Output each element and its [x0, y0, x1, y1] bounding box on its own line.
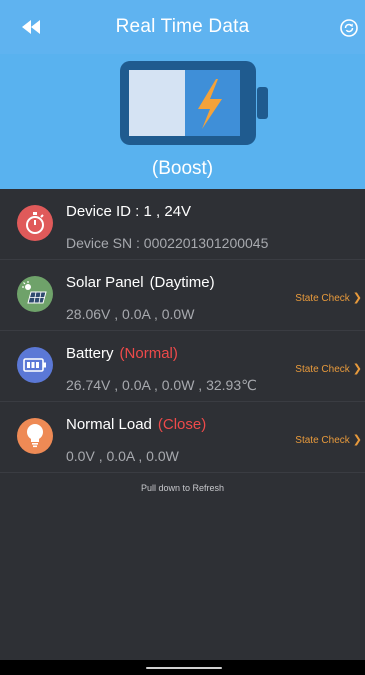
load-state-check-button[interactable]: State Check ❯ [295, 433, 362, 446]
solar-panel-values: 28.06V , 0.0A , 0.0W [66, 306, 195, 322]
state-check-label: State Check [295, 435, 350, 446]
system-nav-bar [0, 660, 365, 675]
charge-mode-label: (Boost) [151, 158, 214, 179]
load-status: (Close) [157, 416, 207, 433]
chevron-right-icon: ❯ [352, 434, 362, 446]
refresh-button[interactable] [339, 18, 359, 38]
list-item-solar-panel: Solar Panel (Daytime) 28.06V , 0.0A , 0.0… [0, 260, 365, 331]
battery-icon-badge [17, 347, 53, 383]
battery-label: Battery [66, 345, 114, 362]
solar-icon-badge [17, 276, 53, 312]
load-icon-badge [17, 418, 53, 454]
battery-icon [23, 358, 46, 372]
solar-panel-icon [22, 281, 47, 304]
solar-panel-title: Solar Panel (Daytime) [66, 274, 215, 291]
chevron-right-icon: ❯ [352, 363, 362, 375]
back-button[interactable] [18, 17, 44, 37]
home-indicator[interactable] [146, 667, 222, 669]
light-bulb-icon [27, 424, 43, 448]
solar-state-check-button[interactable]: State Check ❯ [295, 291, 362, 304]
chevron-right-icon: ❯ [352, 292, 362, 304]
app-root: Real Time Data (Boost) Device ID: 1 , 2… [0, 0, 365, 675]
battery-status: (Normal) [119, 345, 178, 362]
stopwatch-icon [26, 212, 44, 234]
list-item-load: Normal Load (Close) 0.0V , 0.0A , 0.0W St… [0, 402, 365, 473]
solar-panel-status: (Daytime) [149, 274, 215, 291]
refresh-circle-icon [340, 19, 358, 37]
page-title: Real Time Data [115, 16, 250, 37]
load-title: Normal Load (Close) [66, 416, 206, 433]
load-values: 0.0V , 0.0A , 0.0W [66, 448, 179, 464]
charging-battery-icon [120, 61, 268, 145]
battery-status-panel: (Boost) [0, 54, 365, 189]
device-sn-label: Device SN : 0002201301200045 [66, 235, 269, 251]
battery-title: Battery (Normal) [66, 345, 178, 362]
header-bar: Real Time Data [0, 0, 365, 54]
state-check-label: State Check [295, 364, 350, 375]
battery-values: 26.74V , 0.0A , 0.0W , 32.93℃ [66, 377, 257, 393]
data-list: Device ID : 1 , 24V Device SN : 00022013… [0, 189, 365, 473]
battery-state-check-button[interactable]: State Check ❯ [295, 362, 362, 375]
device-icon-badge [17, 205, 53, 241]
state-check-label: State Check [295, 293, 350, 304]
pull-to-refresh-hint: Pull down to Refresh [140, 483, 225, 493]
list-item-battery: Battery (Normal) 26.74V , 0.0A , 0.0W , 3… [0, 331, 365, 402]
double-chevron-left-icon [22, 20, 40, 34]
list-item-device: Device ID : 1 , 24V Device SN : 00022013… [0, 189, 365, 260]
load-label: Normal Load [66, 416, 152, 433]
solar-panel-label: Solar Panel [66, 274, 144, 291]
device-id-label: Device ID : 1 , 24V [66, 203, 192, 220]
